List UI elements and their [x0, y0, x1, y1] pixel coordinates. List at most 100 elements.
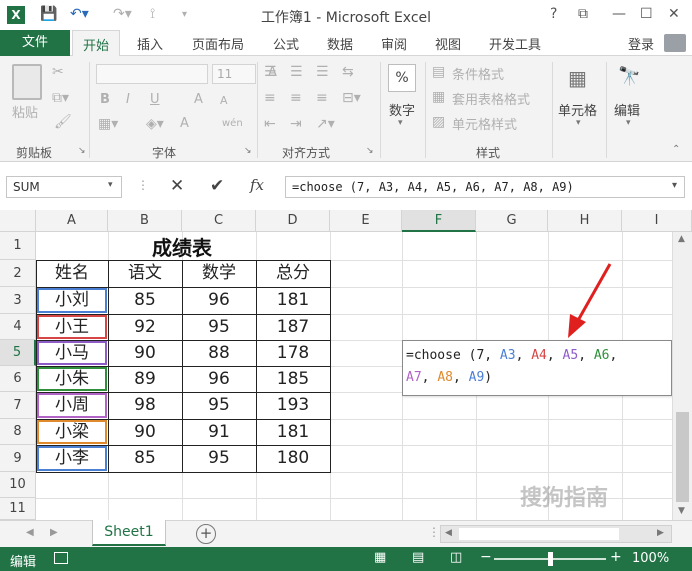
alignment-launcher-icon[interactable]: ↘: [366, 146, 374, 156]
cell-style-button[interactable]: 单元格样式: [452, 114, 517, 133]
phonetic-button[interactable]: wén: [222, 118, 243, 129]
merge-center-icon[interactable]: ⊟▾: [342, 90, 361, 106]
prev-sheet-icon[interactable]: ◀: [26, 527, 34, 538]
data-cell[interactable]: 89: [108, 366, 182, 392]
sheet-title-cell[interactable]: 成绩表: [108, 232, 256, 261]
zoom-out-icon[interactable]: −: [480, 549, 492, 565]
column-header-a[interactable]: A: [36, 210, 108, 232]
column-header-i[interactable]: I: [622, 210, 692, 232]
align-left-icon[interactable]: ≡: [264, 90, 276, 106]
format-painter-icon[interactable]: 🖌: [54, 114, 72, 130]
tab-split-icon[interactable]: ⋮: [428, 525, 440, 539]
enter-icon[interactable]: ✔: [210, 176, 224, 196]
row-header-7[interactable]: 7: [0, 392, 36, 419]
formula-input[interactable]: =choose (7, A3, A4, A5, A6, A7, A8, A9): [285, 176, 685, 198]
header-cell[interactable]: 数学: [182, 260, 256, 287]
column-header-c[interactable]: C: [182, 210, 256, 232]
data-cell[interactable]: 96: [182, 287, 256, 314]
editing-button[interactable]: 编辑: [614, 100, 640, 119]
align-right-icon[interactable]: ≡: [316, 90, 328, 106]
number-format-icon[interactable]: %: [388, 64, 416, 92]
macro-record-icon[interactable]: [54, 552, 68, 564]
scroll-down-icon[interactable]: ▼: [678, 506, 685, 516]
user-icon[interactable]: [664, 34, 686, 52]
cancel-icon[interactable]: ✕: [170, 176, 184, 196]
close-button[interactable]: ✕: [668, 6, 680, 22]
number-dropdown-icon[interactable]: ▾: [398, 118, 403, 128]
name-box[interactable]: SUM: [6, 176, 122, 198]
align-top-icon[interactable]: ☰: [264, 64, 277, 80]
collapse-ribbon-icon[interactable]: ⌃: [672, 144, 680, 155]
tab-file[interactable]: 文件: [0, 30, 70, 56]
zoom-slider-thumb[interactable]: [548, 552, 553, 566]
row-header-6[interactable]: 6: [0, 366, 36, 392]
header-cell[interactable]: 总分: [256, 260, 330, 287]
font-size-select[interactable]: 11: [212, 64, 256, 84]
grow-font-button[interactable]: A: [194, 92, 203, 107]
insert-function-icon[interactable]: fx: [250, 176, 264, 194]
data-cell[interactable]: 90: [108, 419, 182, 445]
expand-formula-icon[interactable]: ▾: [672, 180, 677, 191]
column-header-h[interactable]: H: [548, 210, 622, 232]
sheet-tab-sheet1[interactable]: Sheet1: [92, 520, 166, 546]
page-break-view-icon[interactable]: ◫: [450, 550, 462, 565]
worksheet-grid[interactable]: ABCDEFGHI 1 2 3 4 5 6 7 8 9 10 11 成绩表 姓名 语文 数学 总分 小刘 85…: [0, 210, 692, 521]
column-header-f[interactable]: F: [402, 210, 476, 232]
orientation-icon[interactable]: ↗▾: [316, 116, 335, 132]
zoom-in-icon[interactable]: +: [610, 549, 622, 565]
add-sheet-icon[interactable]: +: [196, 524, 216, 544]
tab-view[interactable]: 视图: [435, 34, 461, 53]
scroll-right-icon[interactable]: ▶: [657, 528, 664, 538]
data-cell[interactable]: 178: [256, 340, 330, 366]
tab-page-layout[interactable]: 页面布局: [192, 34, 244, 53]
login-link[interactable]: 登录: [628, 34, 654, 53]
conditional-format-icon[interactable]: ▤: [432, 64, 445, 80]
data-cell[interactable]: 185: [256, 366, 330, 392]
tab-home[interactable]: 开始: [72, 30, 121, 57]
wrap-text-icon[interactable]: ⇆: [342, 64, 354, 80]
data-cell[interactable]: 95: [182, 314, 256, 340]
tab-data[interactable]: 数据: [327, 34, 353, 53]
font-color-button[interactable]: A: [180, 116, 189, 131]
active-cell-editor[interactable]: =choose (7, A3, A4, A5, A6, A7, A8, A9): [402, 340, 672, 396]
font-launcher-icon[interactable]: ↘: [244, 146, 252, 156]
data-cell[interactable]: 92: [108, 314, 182, 340]
horizontal-scrollbar[interactable]: ◀ ▶: [440, 525, 672, 543]
data-cell[interactable]: 98: [108, 392, 182, 419]
header-cell[interactable]: 语文: [108, 260, 182, 287]
italic-button[interactable]: I: [126, 92, 130, 107]
row-header-11[interactable]: 11: [0, 498, 36, 520]
data-cell[interactable]: 88: [182, 340, 256, 366]
format-table-icon[interactable]: ▦: [432, 89, 445, 105]
bold-button[interactable]: B: [100, 92, 110, 107]
scroll-thumb[interactable]: [676, 412, 689, 502]
data-cell[interactable]: 90: [108, 340, 182, 366]
data-cell[interactable]: 181: [256, 287, 330, 314]
scroll-up-icon[interactable]: ▲: [678, 234, 685, 244]
tab-developer[interactable]: 开发工具: [489, 34, 541, 53]
align-center-icon[interactable]: ≡: [290, 90, 302, 106]
normal-view-icon[interactable]: ▦: [374, 550, 386, 565]
data-cell[interactable]: 187: [256, 314, 330, 340]
cut-icon[interactable]: ✂: [52, 64, 64, 80]
header-cell[interactable]: 姓名: [36, 260, 108, 287]
name-box-dropdown-icon[interactable]: ▾: [108, 180, 113, 190]
increase-indent-icon[interactable]: ⇥: [290, 116, 302, 132]
data-cell[interactable]: 95: [182, 392, 256, 419]
data-cell[interactable]: 91: [182, 419, 256, 445]
column-header-e[interactable]: E: [330, 210, 402, 232]
cell-style-icon[interactable]: ▨: [432, 114, 445, 130]
row-header-1[interactable]: 1: [0, 232, 36, 260]
zoom-level[interactable]: 100%: [632, 551, 669, 566]
data-cell[interactable]: 85: [108, 287, 182, 314]
borders-icon[interactable]: ▦▾: [98, 116, 118, 132]
underline-button[interactable]: U: [150, 92, 160, 107]
number-button[interactable]: 数字: [389, 100, 415, 119]
font-name-select[interactable]: [96, 64, 208, 84]
help-button[interactable]: ?: [550, 6, 557, 22]
row-header-3[interactable]: 3: [0, 287, 36, 314]
cells-button[interactable]: 单元格: [558, 100, 597, 119]
column-header-g[interactable]: G: [476, 210, 548, 232]
clipboard-launcher-icon[interactable]: ↘: [78, 146, 86, 156]
fill-color-icon[interactable]: ◈▾: [146, 116, 164, 132]
